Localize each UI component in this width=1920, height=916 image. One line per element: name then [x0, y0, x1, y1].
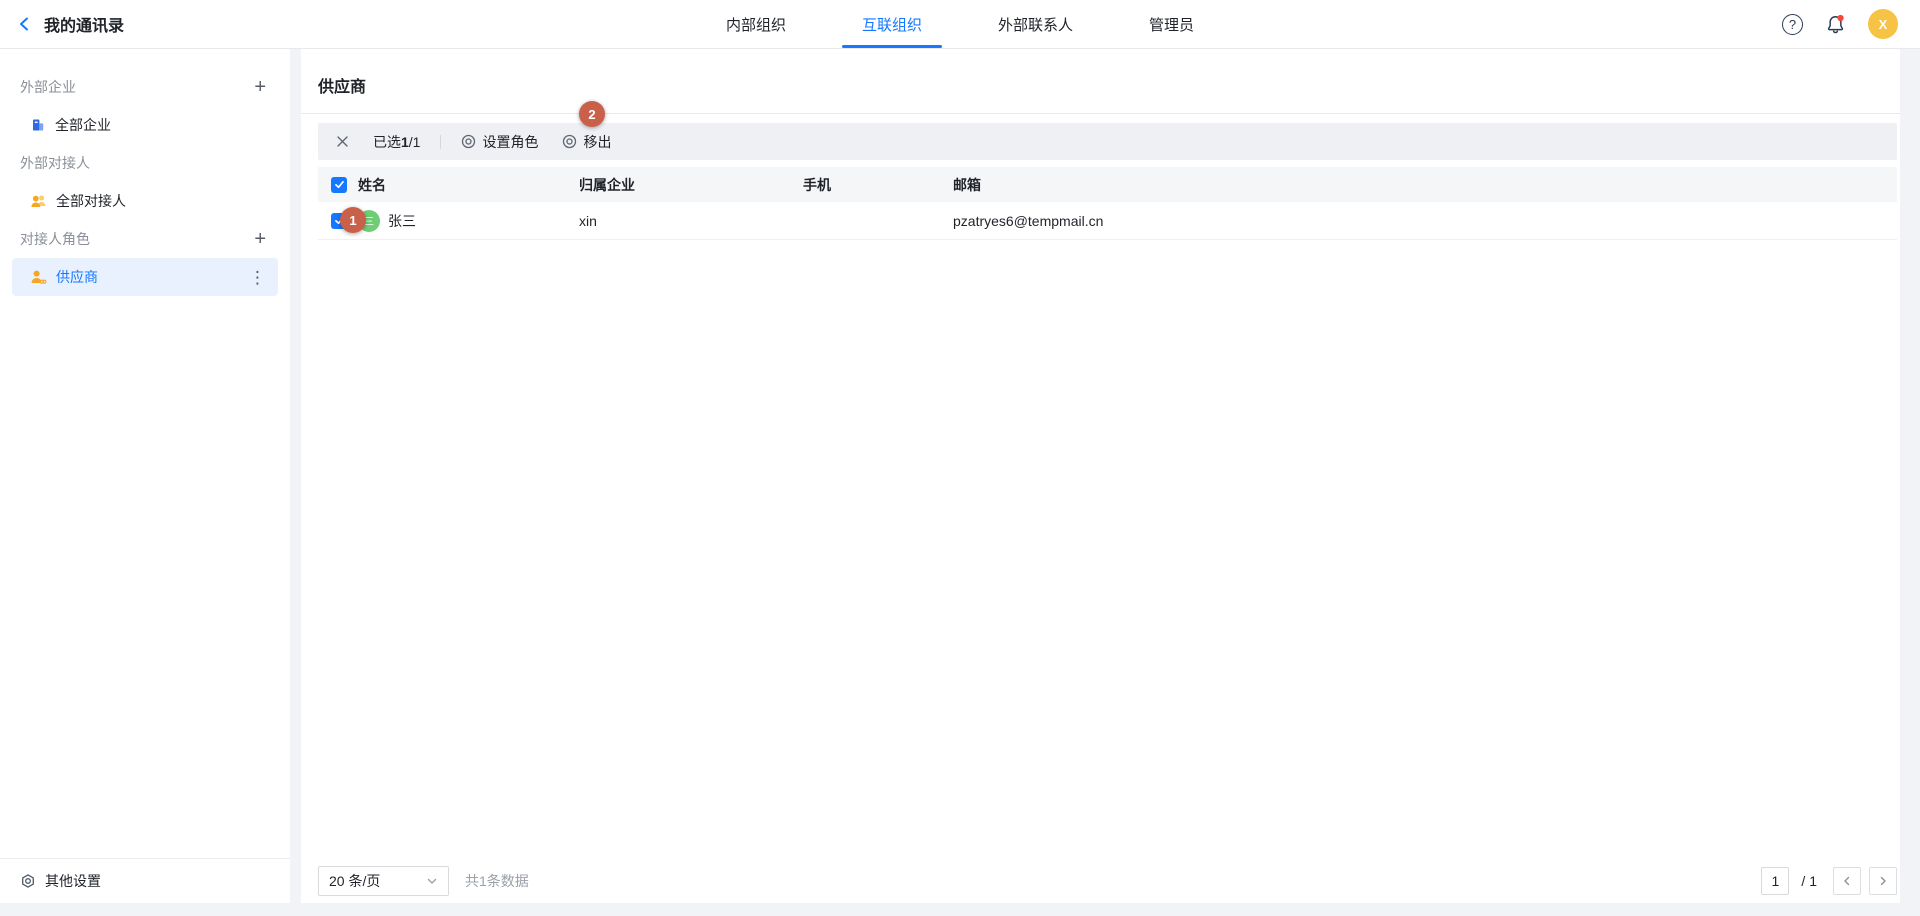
chevron-down-icon	[426, 875, 438, 887]
header-right: ? X	[1782, 0, 1898, 48]
annotation-badge-1: 1	[340, 207, 366, 233]
total-count-label: 共1条数据	[465, 871, 529, 891]
section-label: 对接人角色	[20, 229, 90, 249]
tab-external-contacts[interactable]: 外部联系人	[978, 0, 1093, 48]
section-label: 外部企业	[20, 77, 76, 97]
remove-button[interactable]: 移出	[562, 132, 611, 152]
cell-email: pzatryes6@tempmail.cn	[953, 213, 1897, 229]
column-header-name: 姓名	[358, 175, 579, 195]
selected-count: 已选1/1	[373, 132, 420, 152]
chevron-right-icon	[1877, 875, 1889, 887]
cell-company: xin	[579, 213, 803, 229]
table-row[interactable]: 三 张三 xin pzatryes6@tempmail.cn	[318, 202, 1897, 240]
prev-page-button[interactable]	[1833, 867, 1861, 895]
person-role-icon	[30, 269, 47, 285]
add-enterprise-button[interactable]: +	[254, 77, 266, 97]
tab-admin[interactable]: 管理员	[1129, 0, 1214, 48]
chevron-left-icon	[1841, 875, 1853, 887]
selection-action-bar: 已选1/1 设置角色 移出	[318, 123, 1897, 160]
tab-internal-org[interactable]: 内部组织	[706, 0, 806, 48]
building-icon	[30, 117, 46, 133]
table-header-row: 姓名 归属企业 手机 邮箱	[318, 167, 1897, 202]
sidebar-list: 外部企业 + 全部企业 外部对接人	[0, 49, 290, 858]
sidebar-item-label: 全部企业	[55, 115, 111, 135]
close-selection-button[interactable]	[332, 131, 353, 152]
column-header-company: 归属企业	[579, 175, 803, 195]
page-total-label: / 1	[1801, 873, 1817, 889]
selected-count-suffix: /1	[409, 134, 421, 150]
notification-bell-icon[interactable]	[1825, 14, 1846, 35]
sidebar-item-supplier[interactable]: 供应商 ⋮	[12, 258, 278, 296]
sidebar-item-label: 供应商	[56, 267, 98, 287]
sidebar: 外部企业 + 全部企业 外部对接人	[0, 49, 290, 903]
divider	[440, 135, 441, 149]
other-settings-label: 其他设置	[45, 871, 101, 891]
sidebar-section-external-liaison: 外部对接人	[0, 144, 290, 182]
content-title: 供应商	[301, 49, 1900, 114]
kebab-menu-icon[interactable]: ⋮	[249, 269, 266, 286]
annotation-badge-2: 2	[579, 101, 605, 127]
chevron-left-icon	[16, 15, 34, 33]
page-size-value: 20 条/页	[329, 871, 380, 891]
sidebar-item-label: 全部对接人	[56, 191, 126, 211]
add-role-button[interactable]: +	[254, 229, 266, 249]
sidebar-section-external-enterprise: 外部企业 +	[0, 68, 290, 106]
selected-count-prefix: 已选	[373, 134, 401, 150]
pager: / 1	[1761, 867, 1897, 895]
page-title: 我的通讯录	[44, 12, 124, 36]
sidebar-item-all-liaisons[interactable]: 全部对接人	[12, 182, 278, 220]
page-size-select[interactable]: 20 条/页	[318, 866, 449, 896]
main-content: 供应商 已选1/1 设置角色	[301, 49, 1900, 903]
target-circle-icon	[461, 134, 476, 149]
target-circle-icon	[562, 134, 577, 149]
other-settings-button[interactable]: 其他设置	[0, 858, 290, 903]
set-role-button[interactable]: 设置角色	[461, 132, 538, 152]
column-header-email: 邮箱	[953, 175, 1897, 195]
selected-count-value: 1	[401, 134, 409, 150]
cell-name: 三 张三	[358, 210, 579, 232]
sidebar-section-liaison-roles: 对接人角色 +	[0, 220, 290, 258]
section-label: 外部对接人	[20, 153, 90, 173]
column-header-mobile: 手机	[803, 175, 953, 195]
remove-label: 移出	[583, 132, 611, 152]
people-icon	[30, 193, 47, 209]
header-left: 我的通讯录	[16, 0, 124, 48]
user-avatar[interactable]: X	[1868, 9, 1898, 39]
sidebar-item-all-enterprises[interactable]: 全部企业	[12, 106, 278, 144]
contact-name: 张三	[388, 211, 416, 231]
tab-connected-org[interactable]: 互联组织	[842, 0, 942, 48]
page-number-input[interactable]	[1761, 867, 1789, 895]
help-icon[interactable]: ?	[1782, 14, 1803, 35]
next-page-button[interactable]	[1869, 867, 1897, 895]
gear-icon	[20, 873, 36, 889]
select-all-checkbox[interactable]	[331, 177, 347, 193]
pagination-bar: 20 条/页 共1条数据 / 1	[318, 866, 1897, 896]
x-icon	[336, 135, 349, 148]
nav-tabs: 内部组织 互联组织 外部联系人 管理员	[706, 0, 1214, 48]
set-role-label: 设置角色	[482, 132, 538, 152]
top-header: 我的通讯录 内部组织 互联组织 外部联系人 管理员 ? X	[0, 0, 1920, 49]
back-button[interactable]	[16, 15, 34, 33]
